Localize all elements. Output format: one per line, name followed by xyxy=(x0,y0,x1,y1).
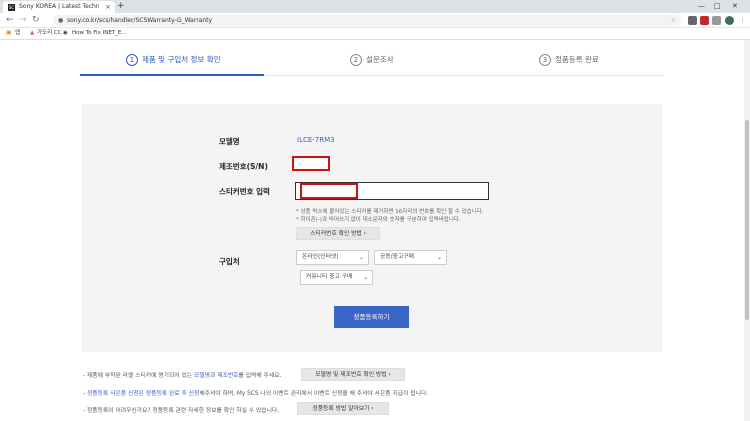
footer-highlight: 제조번호 xyxy=(217,373,239,379)
extension-icon[interactable] xyxy=(688,16,697,25)
browser-tab-bar: SC Sony KOREA | Latest Technolog... × + … xyxy=(0,0,750,13)
footer-note-1: - 제품에 부착된 라벨 스티커에 명기되어 있는 모델명과 제조번호를 입력해… xyxy=(83,370,281,379)
bookmark-gadori[interactable]: 가도리 CC xyxy=(37,28,62,39)
active-step-indicator xyxy=(80,74,264,76)
purchase-label: 구입처 xyxy=(219,257,240,266)
sticker-label: 스티커번호 입력 xyxy=(219,187,270,196)
step-label: 설문조사 xyxy=(366,55,394,64)
registration-steps: 1 제품 및 구입처 정보 확인 2 설문조사 3 정품등록 완료 xyxy=(80,46,664,76)
menu-icon[interactable]: ⋮ xyxy=(738,16,747,25)
apps-icon[interactable]: ▣ xyxy=(6,28,11,39)
chevron-down-icon: ⌄ xyxy=(362,274,368,281)
extension-icon[interactable] xyxy=(712,16,721,25)
step-1: 1 제품 및 구입처 정보 확인 xyxy=(126,51,221,69)
step-2: 2 설문조사 xyxy=(350,51,394,69)
bookmark-favicon-icon: ◉ xyxy=(63,30,68,36)
model-serial-help-label: 모델명 및 제조번호 확인 방법 xyxy=(315,372,387,378)
purchase-channel-select[interactable]: 온라인(인터넷) ⌄ xyxy=(296,250,369,265)
footer-note-3: - 정품등록이 어려우신가요? 정품등록 관련 자세한 정보를 확인 하실 수 … xyxy=(83,408,280,414)
sony-favicon-icon: SC xyxy=(8,4,15,11)
footer-text: - 제품에 부착된 라벨 스티커에 명기되어 있는 xyxy=(83,373,194,379)
model-label: 모델명 xyxy=(219,137,240,146)
purchase-detail-value: 커뮤니티 중고 구매 xyxy=(306,274,353,280)
step-3: 3 정품등록 완료 xyxy=(539,51,599,69)
chevron-down-icon: ⌄ xyxy=(358,254,364,261)
forward-icon[interactable]: → xyxy=(19,14,27,27)
footer-highlight: 정품등록 사은품 신청은 정품등록 완료 후 신청 xyxy=(86,391,200,397)
address-bar[interactable]: ● sony.co.kr/scs/handler/SCSWarranty-G_W… xyxy=(53,15,681,26)
sticker-help-button[interactable]: 스티커번호 확인 방법 › xyxy=(296,227,380,240)
chevron-down-icon: ⌄ xyxy=(436,254,442,261)
extension-icon[interactable] xyxy=(700,16,709,25)
tab-title: Sony KOREA | Latest Technolog... xyxy=(19,3,99,10)
maximize-icon[interactable]: □ xyxy=(714,0,721,13)
step-label: 정품등록 완료 xyxy=(555,55,599,64)
register-submit-button[interactable]: 정품등록하기 xyxy=(334,306,409,328)
sticker-number-input[interactable] xyxy=(295,182,489,200)
registration-guide-label: 정품등록 방법 알아보기 xyxy=(312,406,370,412)
browser-toolbar: ← → ↻ ● sony.co.kr/scs/handler/SCSWarran… xyxy=(0,13,750,28)
registration-guide-button[interactable]: 정품등록 방법 알아보기 › xyxy=(297,402,389,415)
model-serial-help-button[interactable]: 모델명 및 제조번호 확인 방법 › xyxy=(301,368,405,381)
page-scrollbar[interactable] xyxy=(744,40,750,421)
profile-avatar-icon[interactable] xyxy=(725,16,734,25)
serial-label: 제조번호(S/N) xyxy=(219,162,268,171)
purchase-channel-value: 온라인(인터넷) xyxy=(302,254,339,260)
page-content: 1 제품 및 구입처 정보 확인 2 설문조사 3 정품등록 완료 모델명 ILCE-… xyxy=(0,40,744,421)
window-close-icon[interactable]: ✕ xyxy=(732,0,738,13)
sticker-note-2: * 하이픈(-)과 띄어쓰기 없이 대소문자와 숫자를 구분하여 입력바랍니다. xyxy=(296,217,461,223)
reload-icon[interactable]: ↻ xyxy=(32,14,40,27)
sticker-help-label: 스티커번호 확인 방법 xyxy=(310,231,362,237)
chevron-right-icon: › xyxy=(388,372,391,378)
tab-close-icon[interactable]: × xyxy=(105,1,111,13)
url-text: sony.co.kr/scs/handler/SCSWarranty-G_War… xyxy=(67,17,213,24)
bookmark-favicon-icon: ▲ xyxy=(30,30,35,36)
bookmark-star-icon[interactable]: ☆ xyxy=(671,15,676,26)
footer-highlight: 모델명 xyxy=(194,373,210,379)
footer-text: 해주셔야 하며, My SCS 나의 이벤트 관리에서 이벤트 신청을 해 주셔… xyxy=(199,391,429,397)
purchase-detail-select[interactable]: 커뮤니티 중고 구매 ⌄ xyxy=(300,270,373,285)
bookmark-apps[interactable]: 앱 xyxy=(15,28,20,39)
bookmark-inet[interactable]: How To Fix INET_E... xyxy=(72,28,127,39)
lock-icon[interactable]: ● xyxy=(58,15,63,26)
back-icon[interactable]: ← xyxy=(6,14,14,27)
footer-text: 를 입력해 주세요. xyxy=(238,373,282,379)
sticker-note-1: * 상품 박스에 붙어있는 스티커를 제거하면 16자리의 번호를 확인 할 수… xyxy=(296,209,484,215)
purchase-type-value: 공동/중고구매 xyxy=(380,254,414,260)
minimize-icon[interactable]: — xyxy=(698,0,705,13)
scrollbar-thumb[interactable] xyxy=(745,120,749,320)
step-number: 3 xyxy=(539,54,551,66)
step-number: 2 xyxy=(350,54,362,66)
sticker-input-highlight xyxy=(300,183,358,199)
bookmarks-bar: ▣ 앱 ▲ 가도리 CC ◉ How To Fix INET_E... xyxy=(0,28,750,40)
browser-tab[interactable]: SC Sony KOREA | Latest Technolog... × xyxy=(3,1,115,13)
chevron-right-icon: › xyxy=(371,406,374,412)
chevron-right-icon: › xyxy=(363,231,366,237)
model-value: ILCE-7RM3 xyxy=(297,136,335,144)
registration-form-panel: 모델명 ILCE-7RM3 제조번호(S/N) 스티커번호 입력 * 상품 박스… xyxy=(82,104,662,352)
serial-input-field[interactable] xyxy=(292,156,330,171)
footer-note-2: - 정품등록 사은품 신청은 정품등록 완료 후 신청해주셔야 하며, My S… xyxy=(83,388,428,397)
new-tab-icon[interactable]: + xyxy=(117,0,125,13)
step-label: 제품 및 구입처 정보 확인 xyxy=(142,55,221,64)
purchase-type-select[interactable]: 공동/중고구매 ⌄ xyxy=(374,250,447,265)
step-number: 1 xyxy=(126,54,138,66)
